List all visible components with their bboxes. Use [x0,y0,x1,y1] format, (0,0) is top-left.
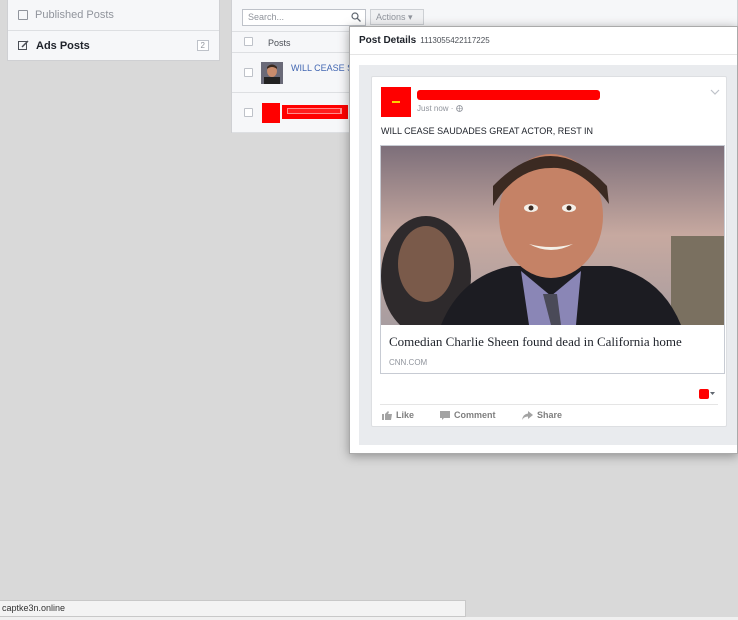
link-title[interactable]: Comedian Charlie Sheen found dead in Cal… [389,334,682,350]
divider [380,404,718,405]
redacted-page-name[interactable] [417,90,600,100]
thumbs-up-icon [382,410,392,420]
search-icon[interactable] [351,12,361,22]
select-all-checkbox[interactable] [244,37,253,46]
share-button[interactable]: Share [522,410,562,420]
post-timestamp: Just now · [417,104,463,113]
comment-icon [440,410,450,420]
post-details-modal: Post Details 1113055422117225 Just now ·… [349,26,738,454]
link-preview[interactable]: Comedian Charlie Sheen found dead in Cal… [380,145,725,374]
edit-icon [18,40,29,50]
comment-label: Comment [454,410,496,420]
avatar[interactable] [381,87,411,117]
actions-dropdown[interactable]: Actions ▾ [370,9,424,25]
sidebar-item-label: Published Posts [35,9,114,21]
timestamp-text: Just now · [417,104,456,113]
chevron-down-icon[interactable] [710,88,720,96]
left-sidebar: Published Posts Ads Posts 2 [7,0,220,61]
modal-header: Post Details 1113055422117225 [350,27,737,55]
count-badge: 2 [196,40,209,51]
row-checkbox[interactable] [244,68,253,77]
post-thumbnail [261,62,283,84]
browser-status-bar: captke3n.online [0,600,466,617]
link-domain: CNN.COM [389,358,428,367]
column-header-posts: Posts [268,38,291,48]
post-id: 1113055422117225 [420,36,490,45]
link-preview-image[interactable] [381,146,724,325]
sidebar-item-label: Ads Posts [36,39,90,52]
share-icon [522,410,533,420]
sidebar-item-ads-posts[interactable]: Ads Posts 2 [8,30,219,60]
calendar-icon [18,10,28,20]
row-checkbox[interactable] [244,108,253,117]
post-message: WILL CEASE SAUDADES GREAT ACTOR, REST IN [381,126,594,136]
like-button[interactable]: Like [382,410,414,420]
post-link[interactable]: WILL CEASE S [291,63,353,73]
globe-icon [455,105,463,113]
like-label: Like [396,410,415,420]
redacted-post-info [262,103,348,123]
modal-body: Just now · WILL CEASE SAUDADES GREAT ACT… [359,65,737,445]
modal-title: Post Details [359,35,417,46]
redacted-reaction-icon[interactable] [699,389,715,399]
sidebar-item-published-posts[interactable]: Published Posts [8,0,219,30]
search-input[interactable]: Search... [242,9,366,26]
share-label: Share [537,410,563,420]
post-preview-card: Just now · WILL CEASE SAUDADES GREAT ACT… [371,76,727,427]
comment-button[interactable]: Comment [440,410,496,420]
search-placeholder: Search... [248,12,285,22]
